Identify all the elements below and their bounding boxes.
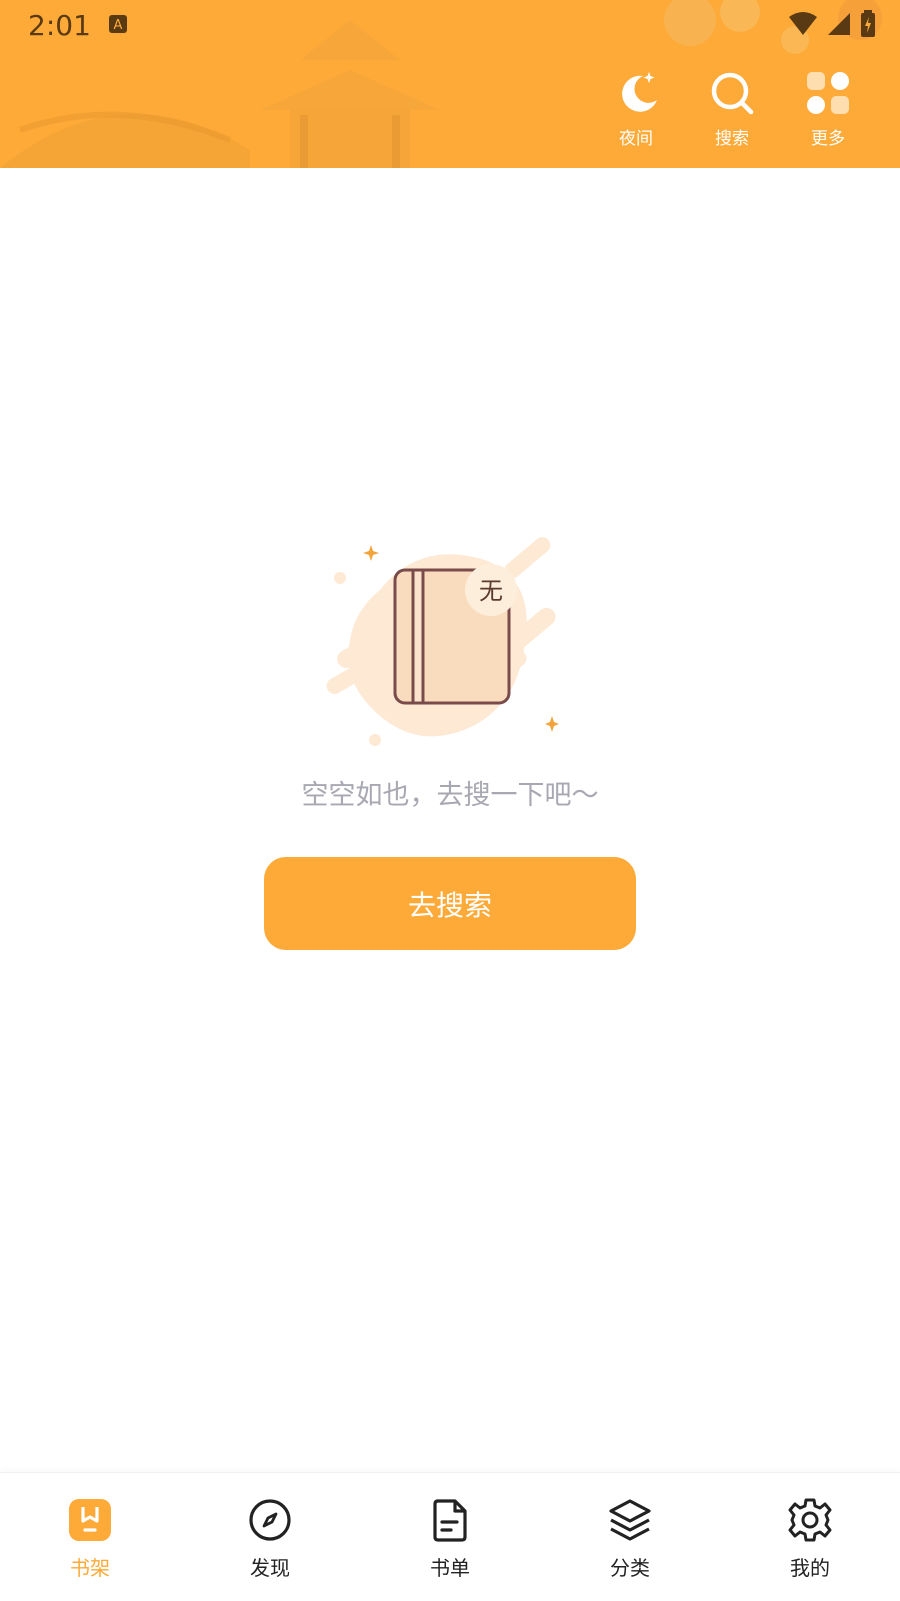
- nav-label-discover: 发现: [250, 1556, 290, 1580]
- gear-icon: [788, 1498, 832, 1542]
- document-icon: [433, 1499, 467, 1542]
- layers-icon: [609, 1499, 651, 1541]
- nav-item-bookshelf[interactable]: 书架: [30, 1497, 150, 1587]
- app-header: 2:01 A 夜间 搜索 更多: [0, 0, 900, 168]
- a-keyboard-icon: A: [109, 15, 127, 33]
- moon-icon: [622, 72, 657, 112]
- nav-label-category: 分类: [610, 1556, 650, 1580]
- battery-charging-icon: [861, 10, 875, 37]
- more-button[interactable]: 更多: [793, 70, 863, 152]
- search-button[interactable]: 搜索: [697, 70, 767, 152]
- search-icon: [711, 72, 754, 115]
- nav-item-mine[interactable]: 我的: [750, 1497, 870, 1587]
- search-label: 搜索: [715, 129, 749, 149]
- nav-label-mine: 我的: [790, 1556, 830, 1580]
- status-icons: [788, 10, 876, 38]
- night-label: 夜间: [619, 129, 653, 149]
- svg-text:A: A: [114, 18, 123, 33]
- grid-icon: [807, 72, 849, 114]
- nav-label-booklist: 书单: [430, 1556, 470, 1580]
- empty-badge-text: 无: [479, 577, 503, 605]
- go-search-button[interactable]: 去搜索: [264, 857, 636, 950]
- empty-message: 空空如也，去搜一下吧～: [301, 780, 599, 811]
- bottom-navigation: 书架 发现 书单 分类 我的: [0, 1472, 900, 1601]
- compass-icon: [249, 1499, 291, 1541]
- wifi-icon: [789, 12, 817, 35]
- more-label: 更多: [811, 129, 845, 149]
- nav-item-discover[interactable]: 发现: [210, 1497, 330, 1587]
- nav-item-category[interactable]: 分类: [570, 1497, 690, 1587]
- empty-book-illustration: 无: [326, 537, 559, 746]
- nav-item-booklist[interactable]: 书单: [390, 1497, 510, 1587]
- status-time: 2:01: [28, 9, 91, 42]
- night-mode-button[interactable]: 夜间: [601, 70, 671, 152]
- bookshelf-icon: [69, 1499, 111, 1541]
- signal-icon: [828, 13, 850, 35]
- nav-label-bookshelf: 书架: [70, 1556, 110, 1580]
